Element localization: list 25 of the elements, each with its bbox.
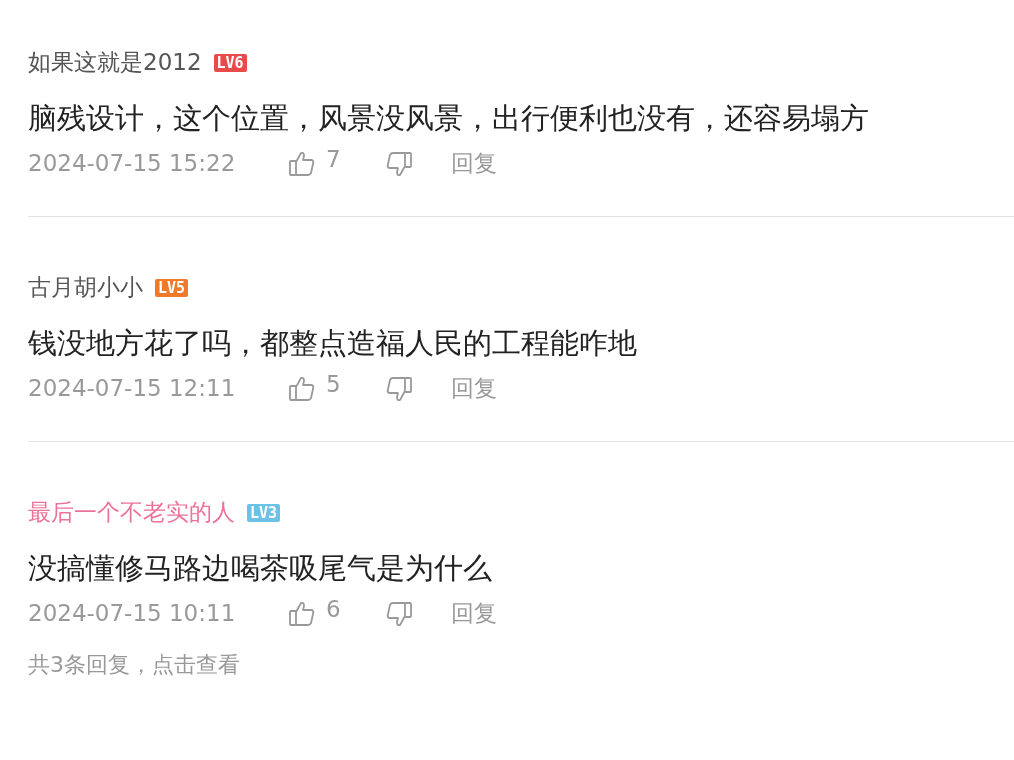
view-replies-link[interactable]: 共3条回复，点击查看 xyxy=(28,648,240,682)
level-badge: LV3 xyxy=(247,503,281,522)
timestamp: 2024-07-15 10:11 xyxy=(28,600,237,629)
thumbs-down-icon[interactable] xyxy=(385,600,413,629)
reply-link[interactable]: 回复 xyxy=(451,375,497,403)
level-badge: LV6 xyxy=(213,53,247,72)
level-badge: LV5 xyxy=(155,278,189,297)
like-count: 6 xyxy=(326,596,341,625)
like-count: 7 xyxy=(326,146,341,174)
comment-text: 钱没地方花了吗，都整点造福人民的工程能咋地 xyxy=(28,326,638,362)
timestamp: 2024-07-15 15:22 xyxy=(28,150,237,178)
timestamp: 2024-07-15 12:11 xyxy=(28,375,237,403)
thumbs-up-icon[interactable] xyxy=(288,375,316,404)
reply-link[interactable]: 回复 xyxy=(451,600,497,629)
comment-text: 脑残设计，这个位置，风景没风景，出行便利也没有，还容易塌方 xyxy=(28,101,870,137)
username[interactable]: 古月胡小小 xyxy=(28,275,143,301)
like-count: 5 xyxy=(326,371,341,399)
thumbs-up-icon[interactable] xyxy=(288,600,316,629)
thumbs-down-icon[interactable] xyxy=(385,375,413,404)
reply-link[interactable]: 回复 xyxy=(451,150,497,178)
thumbs-up-icon[interactable] xyxy=(288,150,316,179)
username[interactable]: 最后一个不老实的人 xyxy=(28,500,235,526)
comment-text: 没搞懂修马路边喝茶吸尾气是为什么 xyxy=(28,551,493,587)
thumbs-down-icon[interactable] xyxy=(385,150,413,179)
username[interactable]: 如果这就是2012 xyxy=(28,50,202,76)
